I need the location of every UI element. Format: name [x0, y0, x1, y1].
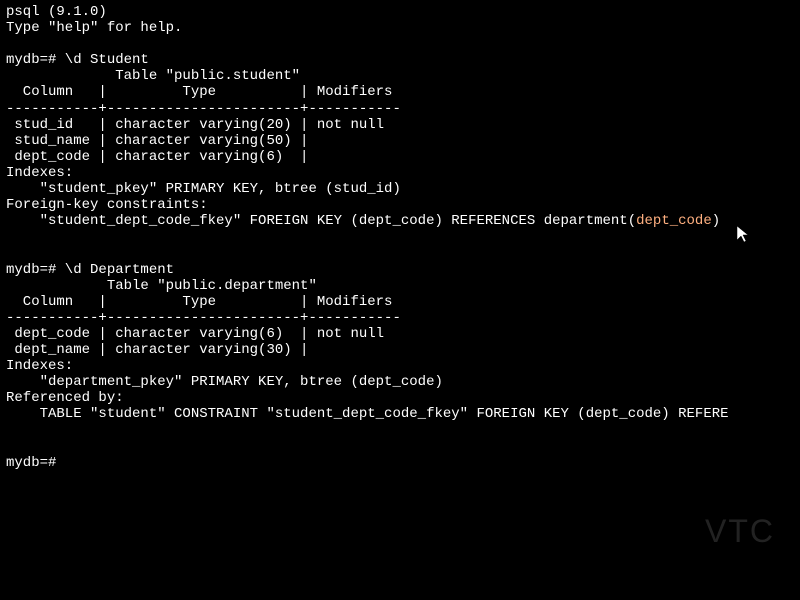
psql-version-line: psql (9.1.0) — [6, 4, 794, 20]
student-table-title: Table "public.student" — [6, 68, 794, 84]
vtc-watermark: VTC — [705, 513, 775, 550]
student-indexes-line: "student_pkey" PRIMARY KEY, btree (stud_… — [6, 181, 794, 197]
department-row-dept-code: dept_code | character varying(6) | not n… — [6, 326, 794, 342]
student-command-prompt: mydb=# \d Student — [6, 52, 794, 68]
student-header-row: Column | Type | Modifiers — [6, 84, 794, 100]
student-row-stud-id: stud_id | character varying(20) | not nu… — [6, 117, 794, 133]
department-indexes-label: Indexes: — [6, 358, 794, 374]
blank-line — [6, 36, 794, 52]
department-divider: -----------+-----------------------+----… — [6, 310, 794, 326]
department-ref-line: TABLE "student" CONSTRAINT "student_dept… — [6, 406, 794, 422]
final-prompt[interactable]: mydb=# — [6, 455, 794, 471]
blank-line — [6, 229, 794, 245]
department-ref-label: Referenced by: — [6, 390, 794, 406]
student-fk-line: "student_dept_code_fkey" FOREIGN KEY (de… — [6, 213, 794, 229]
student-row-dept-code: dept_code | character varying(6) | — [6, 149, 794, 165]
psql-help-line: Type "help" for help. — [6, 20, 794, 36]
blank-line — [6, 245, 794, 261]
department-indexes-line: "department_pkey" PRIMARY KEY, btree (de… — [6, 374, 794, 390]
department-command-prompt: mydb=# \d Department — [6, 262, 794, 278]
department-table-title: Table "public.department" — [6, 278, 794, 294]
blank-line — [6, 422, 794, 438]
student-fk-label: Foreign-key constraints: — [6, 197, 794, 213]
blank-line — [6, 439, 794, 455]
department-row-dept-name: dept_name | character varying(30) | — [6, 342, 794, 358]
fk-highlight-dept-code: dept_code — [636, 213, 712, 229]
department-header-row: Column | Type | Modifiers — [6, 294, 794, 310]
student-indexes-label: Indexes: — [6, 165, 794, 181]
student-divider: -----------+-----------------------+----… — [6, 101, 794, 117]
student-row-stud-name: stud_name | character varying(50) | — [6, 133, 794, 149]
fk-suffix: ) — [712, 213, 720, 229]
fk-prefix: "student_dept_code_fkey" FOREIGN KEY (de… — [6, 213, 636, 229]
